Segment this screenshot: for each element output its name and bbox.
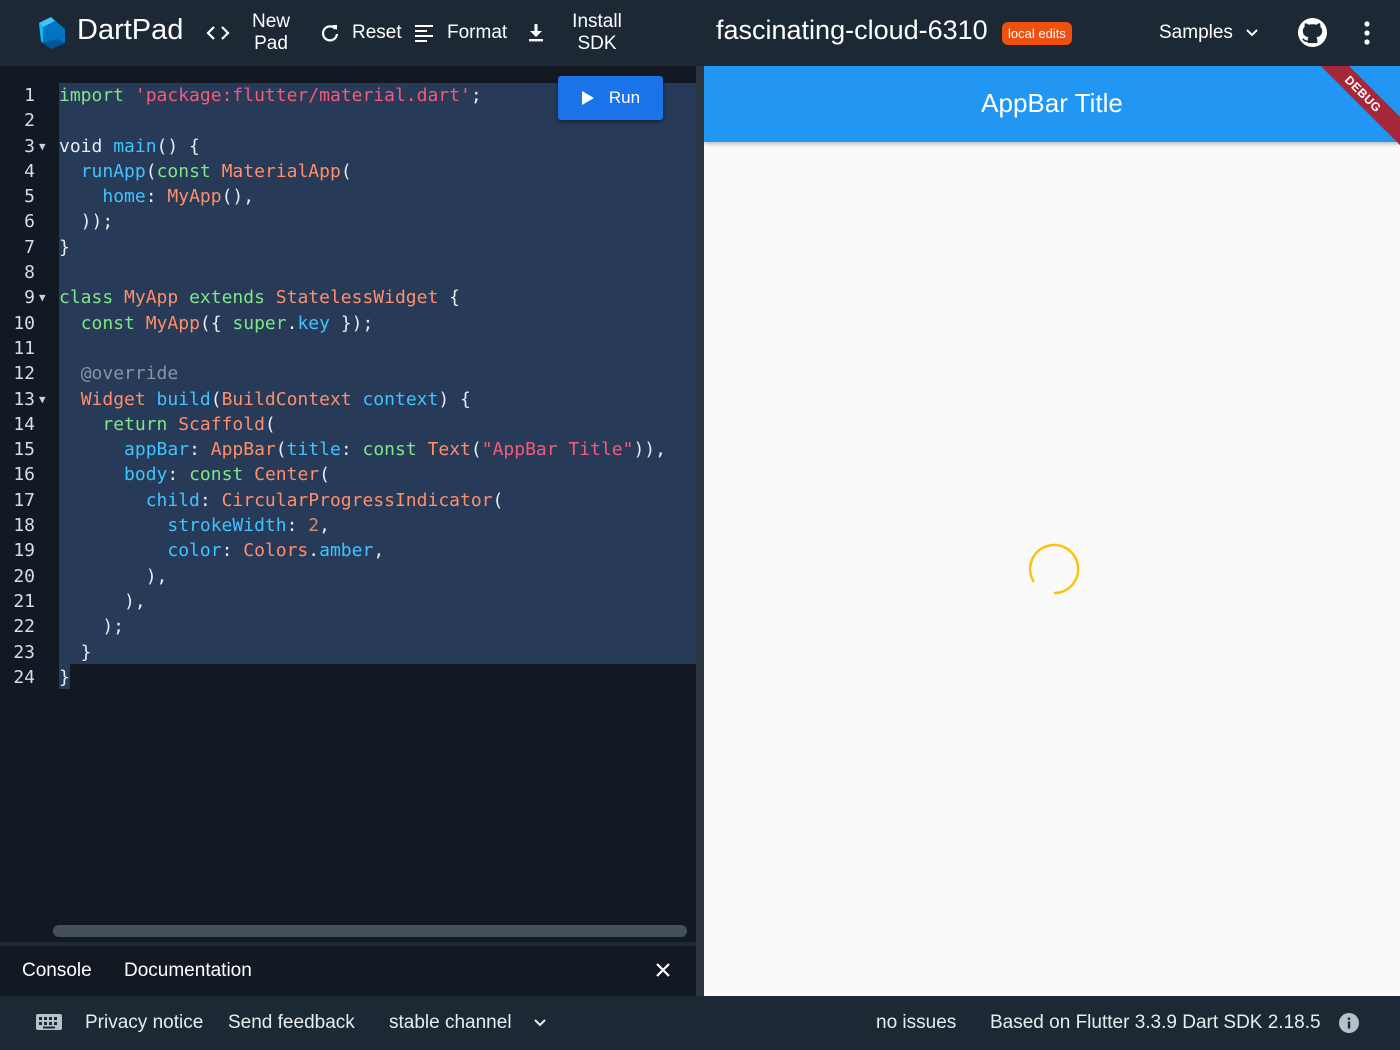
horizontal-scrollbar[interactable]	[53, 925, 687, 937]
pad-title[interactable]: fascinating-cloud-6310	[716, 15, 988, 46]
keyboard-icon[interactable]	[35, 1012, 63, 1032]
issues-status[interactable]: no issues	[876, 1012, 956, 1034]
code-line: appBar: AppBar(title: const Text("AppBar…	[124, 439, 666, 461]
appbar: AppBar Title	[704, 66, 1400, 142]
privacy-notice-link[interactable]: Privacy notice	[85, 1012, 203, 1034]
line-number-gutter: 1 2 3 ▼ 4 5 6 7 8 9 ▼ 10 11 12 13 ▼ 14 15 1…	[0, 83, 56, 690]
new-pad-button[interactable]: New Pad	[241, 0, 301, 66]
line-number: 10	[13, 312, 35, 334]
line-number: 5	[24, 186, 35, 208]
code-brackets-icon	[206, 26, 230, 40]
code-line: body: const Center(	[124, 464, 330, 486]
code-line: strokeWidth: 2,	[167, 515, 330, 537]
chevron-down-icon	[533, 1019, 546, 1027]
code-line: color: Colors.amber,	[167, 540, 385, 562]
code-line: child: CircularProgressIndicator(	[145, 489, 504, 511]
code-line: return Scaffold(	[102, 413, 276, 435]
channel-dropdown[interactable]: stable channel	[389, 1012, 546, 1034]
line-number: 21	[13, 590, 35, 612]
send-feedback-link[interactable]: Send feedback	[228, 1012, 355, 1034]
samples-dropdown[interactable]: Samples	[1159, 0, 1259, 66]
channel-label: stable channel	[389, 1012, 512, 1033]
fold-arrow-icon[interactable]: ▼	[39, 285, 46, 310]
line-number: 15	[13, 439, 35, 461]
status-footer: Privacy notice Send feedback stable chan…	[0, 996, 1400, 1050]
line-number: 2	[24, 110, 35, 132]
close-icon[interactable]	[652, 959, 674, 981]
line-number: 3 ▼	[0, 134, 56, 159]
code-line: const MyApp({ super.key });	[80, 312, 374, 334]
local-edits-badge: local edits	[1002, 22, 1072, 45]
line-number: 18	[13, 515, 35, 537]
line-number: 14	[13, 413, 35, 435]
code-line: void main() {	[59, 135, 200, 157]
app-preview[interactable]: AppBar Title DEBUG	[704, 66, 1400, 996]
code-lines[interactable]: import 'package:flutter/material.dart'; …	[59, 83, 696, 690]
code-line: }	[59, 641, 92, 663]
reset-label: Reset	[352, 22, 402, 43]
info-icon[interactable]	[1338, 1012, 1360, 1034]
download-icon	[529, 24, 543, 42]
code-line: );	[59, 616, 125, 638]
line-number: 11	[13, 337, 35, 359]
line-number: 1	[24, 85, 35, 106]
code-line: runApp(const MaterialApp(	[80, 160, 352, 182]
fold-arrow-icon[interactable]: ▼	[39, 387, 46, 412]
more-vert-icon[interactable]	[1358, 20, 1376, 46]
line-number: 22	[13, 616, 35, 638]
split-divider[interactable]	[696, 66, 704, 996]
line-number: 6	[24, 211, 35, 233]
samples-label: Samples	[1159, 22, 1233, 43]
code-editor[interactable]: 1 2 3 ▼ 4 5 6 7 8 9 ▼ 10 11 12 13 ▼ 14 15 1…	[0, 66, 696, 942]
chevron-down-icon	[1246, 29, 1258, 37]
format-align-icon	[415, 25, 433, 42]
code-line: }	[59, 666, 70, 688]
dart-logo-icon[interactable]	[33, 15, 67, 49]
code-line: class MyApp extends StatelessWidget {	[59, 287, 461, 309]
line-number: 13 ▼	[0, 387, 56, 412]
code-line: @override	[80, 363, 179, 385]
fold-arrow-icon[interactable]: ▼	[39, 134, 46, 159]
refresh-icon	[321, 25, 339, 42]
play-icon	[581, 91, 594, 105]
code-line: home: MyApp(),	[102, 186, 255, 208]
install-sdk-button[interactable]: Install SDK	[526, 0, 632, 66]
new-pad-label: New Pad	[251, 11, 290, 54]
run-button[interactable]: Run	[558, 76, 663, 120]
line-number: 24	[13, 666, 35, 688]
format-label: Format	[447, 22, 508, 43]
code-line: ));	[59, 211, 114, 233]
version-info: Based on Flutter 3.3.9 Dart SDK 2.18.5	[990, 1012, 1321, 1033]
code-line: }	[59, 236, 70, 258]
code-line: ),	[59, 565, 168, 587]
code-line: ),	[59, 590, 146, 612]
code-line: Widget build(BuildContext context) {	[80, 388, 471, 410]
tab-documentation[interactable]: Documentation	[124, 960, 252, 982]
app-name: DartPad	[77, 14, 184, 46]
circular-progress-indicator	[1028, 543, 1080, 595]
line-number: 12	[13, 363, 35, 385]
appbar-title: AppBar Title	[981, 88, 1123, 118]
line-number: 23	[13, 641, 35, 663]
line-number: 8	[24, 262, 35, 284]
line-number: 19	[13, 540, 35, 562]
line-number: 7	[24, 236, 35, 258]
tab-console[interactable]: Console	[22, 960, 92, 982]
reset-button[interactable]: Reset	[320, 0, 402, 66]
line-number: 4	[24, 160, 35, 182]
install-sdk-label: Install SDK	[572, 11, 622, 54]
console-panel-bar: Console Documentation	[0, 946, 696, 996]
embed-code-button[interactable]	[206, 0, 230, 66]
app-header: DartPad New Pad Reset Format Install SDK…	[0, 0, 1400, 66]
line-number: 9 ▼	[0, 285, 56, 310]
line-number: 16	[13, 464, 35, 486]
format-button[interactable]: Format	[414, 0, 507, 66]
run-label: Run	[608, 88, 641, 107]
github-icon[interactable]	[1297, 17, 1328, 48]
line-number: 20	[13, 565, 35, 587]
line-number: 17	[13, 489, 35, 511]
